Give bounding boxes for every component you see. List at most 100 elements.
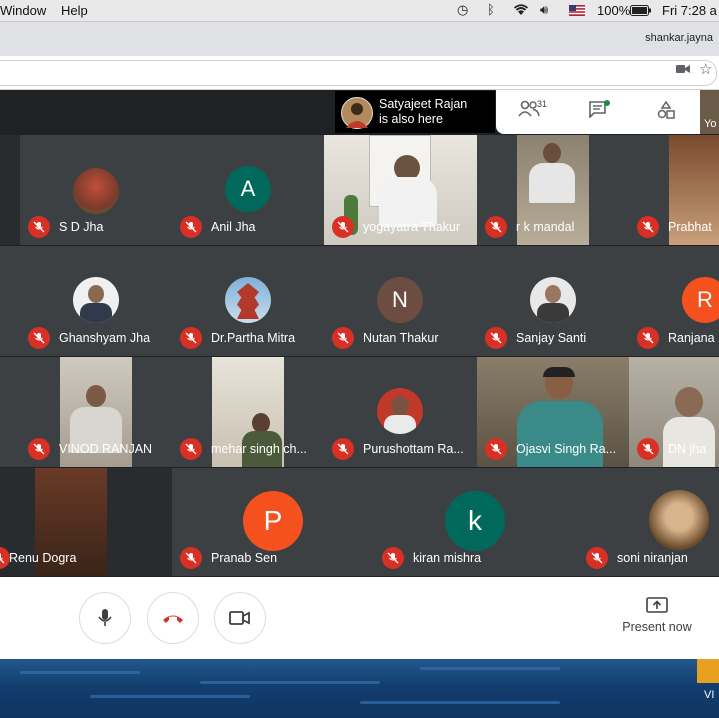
bluetooth-icon[interactable]: ᛒ <box>487 2 495 17</box>
participant-name: Prabhat <box>668 220 712 234</box>
desktop-wallpaper: VI <box>0 659 719 718</box>
participant-name: Renu Dogra <box>9 551 77 565</box>
leave-call-button[interactable] <box>147 592 199 644</box>
participant-name: Pranab Sen <box>211 551 278 565</box>
participant-tile[interactable]: Renu Dogra <box>0 468 172 576</box>
participant-avatar: A <box>225 166 271 212</box>
activities-icon[interactable] <box>656 100 676 125</box>
chat-unread-dot <box>604 100 610 106</box>
time-machine-icon[interactable]: ◷ <box>457 2 468 18</box>
mic-off-icon <box>180 216 202 238</box>
participant-tile-partial[interactable] <box>0 135 20 245</box>
participant-tile[interactable]: R Ranjana <box>629 246 719 356</box>
participant-name: Purushottam Ra... <box>363 442 464 456</box>
participant-tile[interactable]: r k mandal <box>477 135 629 245</box>
participant-tile[interactable]: N Nutan Thakur <box>324 246 477 356</box>
bookmark-star-icon[interactable]: ☆ <box>699 60 712 78</box>
participant-photo <box>225 277 271 323</box>
self-view-tile[interactable]: Yo <box>700 90 719 134</box>
menubar-clock[interactable]: Fri 7:28 a <box>662 3 717 18</box>
desktop-file-label: VI <box>704 689 715 701</box>
camera-indicator-icon[interactable] <box>676 62 690 77</box>
participant-tile[interactable]: Purushottam Ra... <box>324 357 477 467</box>
participant-name: Ghanshyam Jha <box>59 331 151 345</box>
meet-header <box>0 90 335 134</box>
participant-tile[interactable]: DN jha <box>629 357 719 467</box>
participant-tile[interactable]: VINOD RANJAN <box>20 357 172 467</box>
mic-off-icon <box>637 438 659 460</box>
participant-tile-partial[interactable] <box>0 246 20 356</box>
menu-bar: Window Help ◷ ᛒ 🔊︎ 100% Fri 7:28 a <box>0 0 719 22</box>
mic-off-icon <box>586 547 608 569</box>
mic-off-icon <box>28 438 50 460</box>
meeting-controls-bar: Present now <box>0 577 719 659</box>
participant-name: Nutan Thakur <box>363 331 439 345</box>
participant-tile[interactable]: S D Jha <box>20 135 172 245</box>
us-flag-icon[interactable] <box>569 4 585 19</box>
wifi-icon[interactable] <box>511 2 531 19</box>
profile-name[interactable]: shankar.jayna <box>645 32 713 44</box>
participant-tile[interactable]: P Pranab Sen <box>172 468 374 576</box>
mic-off-icon <box>180 438 202 460</box>
address-bar: ☆ <box>0 56 719 90</box>
participant-photo <box>377 388 423 434</box>
self-view-label: Yo <box>704 118 717 130</box>
mic-off-icon <box>382 547 404 569</box>
browser-tab-strip: shankar.jayna <box>0 22 719 56</box>
menu-window[interactable]: Window <box>0 3 46 18</box>
participant-photo <box>73 168 119 214</box>
desktop-file-icon[interactable] <box>697 659 719 683</box>
mic-off-icon <box>637 327 659 349</box>
participant-name: kiran mishra <box>413 551 482 565</box>
participant-tile[interactable]: mehar singh ch... <box>172 357 324 467</box>
mic-off-icon <box>485 216 507 238</box>
participant-name: S D Jha <box>59 220 104 234</box>
mic-off-icon <box>332 216 354 238</box>
participant-tile[interactable]: Sanjay Santi <box>477 246 629 356</box>
participant-avatar: N <box>377 277 423 323</box>
participant-tile[interactable]: soni niranjan <box>576 468 719 576</box>
participant-name: Anil Jha <box>211 220 256 234</box>
mic-off-icon <box>180 547 202 569</box>
participant-avatar: P <box>243 491 303 551</box>
mic-off-icon <box>637 216 659 238</box>
battery-icon[interactable] <box>630 4 652 19</box>
mic-off-icon <box>485 438 507 460</box>
participant-tile[interactable]: Ghanshyam Jha <box>20 246 172 356</box>
participant-name: yogayatra Thakur <box>363 220 461 234</box>
present-now-label: Present now <box>622 620 692 634</box>
hang-up-icon <box>163 615 183 623</box>
join-notification: Satyajeet Rajan is also here <box>335 91 495 133</box>
participant-name: mehar singh ch... <box>211 442 307 456</box>
participant-tile-partial[interactable] <box>0 357 20 467</box>
participant-tile[interactable]: k kiran mishra <box>374 468 576 576</box>
participant-name: Ojasvi Singh Ra... <box>516 442 617 456</box>
participant-name: DN jha <box>668 442 707 456</box>
notice-name: Satyajeet Rajan <box>379 97 468 111</box>
camera-button[interactable] <box>214 592 266 644</box>
present-now-button[interactable]: Present now <box>612 597 702 634</box>
participant-tile[interactable]: Ojasvi Singh Ra... <box>477 357 629 467</box>
volume-icon[interactable]: 🔊︎ <box>540 2 548 18</box>
participant-photo <box>73 277 119 323</box>
mic-off-icon <box>28 216 50 238</box>
battery-percent: 100% <box>597 3 631 18</box>
microphone-icon <box>98 609 112 626</box>
participant-tile[interactable]: yogayatra Thakur <box>324 135 477 245</box>
participant-avatar: k <box>445 491 505 551</box>
participant-name: r k mandal <box>516 220 575 234</box>
participant-name: soni niranjan <box>617 551 688 565</box>
url-input[interactable] <box>0 60 717 86</box>
participant-avatar: R <box>682 277 719 323</box>
mic-off-icon <box>28 327 50 349</box>
mic-off-icon <box>332 327 354 349</box>
participant-tile[interactable]: Prabhat <box>629 135 719 245</box>
participant-tile[interactable]: A Anil Jha <box>172 135 324 245</box>
meeting-top-controls: 31 <box>496 90 719 134</box>
participant-tile[interactable]: Dr.Partha Mitra <box>172 246 324 356</box>
participant-name: Dr.Partha Mitra <box>211 331 296 345</box>
participant-photo <box>530 277 576 323</box>
microphone-button[interactable] <box>79 592 131 644</box>
participant-name: Ranjana <box>668 331 715 345</box>
menu-help[interactable]: Help <box>61 3 88 18</box>
